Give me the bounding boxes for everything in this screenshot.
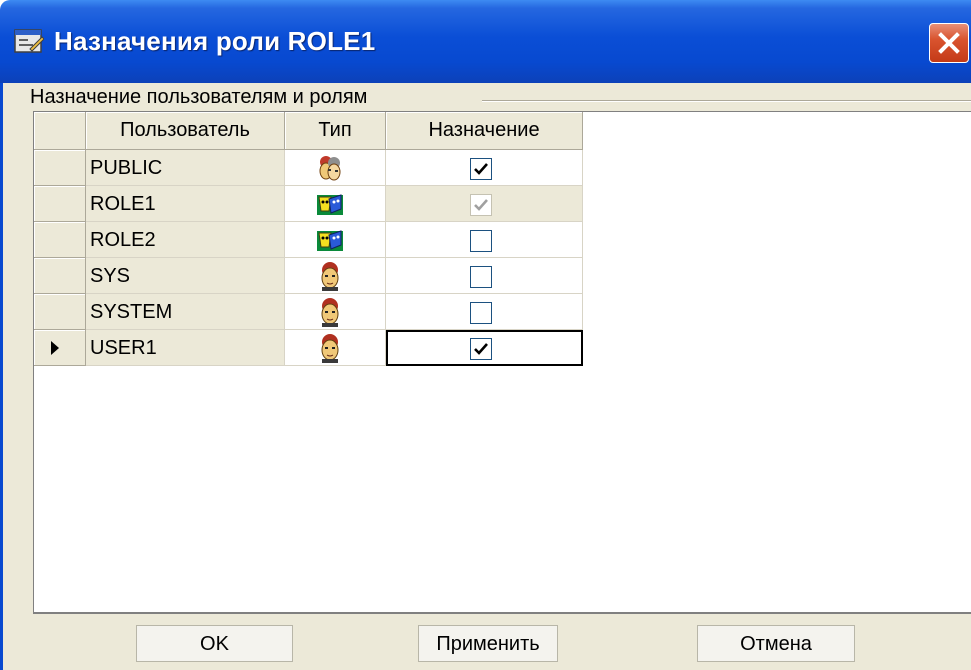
assignment-checkbox[interactable] bbox=[470, 266, 492, 288]
grid-cell-assignment[interactable] bbox=[386, 150, 583, 186]
grid-cell-name[interactable]: PUBLIC bbox=[86, 150, 285, 186]
row-header[interactable] bbox=[34, 330, 86, 366]
users-group-icon bbox=[319, 156, 341, 181]
assignment-checkbox[interactable] bbox=[470, 158, 492, 180]
assignment-checkbox[interactable] bbox=[470, 338, 492, 360]
user-icon bbox=[321, 334, 339, 363]
check-icon bbox=[474, 163, 488, 175]
col-header-type[interactable]: Тип bbox=[285, 112, 386, 150]
close-button[interactable] bbox=[929, 23, 969, 63]
window-title: Назначения роли ROLE1 bbox=[54, 26, 376, 56]
grid-cell-type[interactable] bbox=[285, 150, 386, 186]
apply-button[interactable]: Применить bbox=[418, 625, 558, 662]
grid-cell-name[interactable]: SYS bbox=[86, 258, 285, 294]
row-header[interactable] bbox=[34, 150, 86, 186]
assignment-checkbox[interactable] bbox=[470, 302, 492, 324]
role-assignment-dialog: Назначения роли ROLE1 Назначение пользов… bbox=[0, 0, 971, 670]
row-header[interactable] bbox=[34, 258, 86, 294]
grid-cell-assignment[interactable] bbox=[386, 330, 583, 366]
ok-button[interactable]: OK bbox=[136, 625, 293, 662]
role-masks-icon bbox=[317, 230, 343, 251]
grid-cell-name[interactable]: SYSTEM bbox=[86, 294, 285, 330]
grid-cell-assignment[interactable] bbox=[386, 222, 583, 258]
col-header-assignment[interactable]: Назначение bbox=[386, 112, 583, 150]
user-icon bbox=[321, 262, 339, 291]
current-row-indicator-icon bbox=[51, 341, 59, 355]
grid-cell-type[interactable] bbox=[285, 258, 386, 294]
group-box-line-highlight bbox=[482, 101, 971, 102]
grid-cell-type[interactable] bbox=[285, 330, 386, 366]
role-masks-icon bbox=[317, 194, 343, 215]
grid-bottom-border bbox=[33, 612, 971, 614]
dialog-app-icon bbox=[14, 29, 44, 53]
check-icon bbox=[474, 343, 488, 355]
cancel-button[interactable]: Отмена bbox=[697, 625, 855, 662]
close-icon bbox=[938, 32, 960, 54]
grid-corner-header bbox=[34, 112, 86, 150]
row-header[interactable] bbox=[34, 294, 86, 330]
grid-cell-type[interactable] bbox=[285, 294, 386, 330]
assignment-checkbox bbox=[470, 194, 492, 216]
user-icon bbox=[321, 298, 339, 327]
grid-cell-assignment[interactable] bbox=[386, 186, 583, 222]
assignment-checkbox[interactable] bbox=[470, 230, 492, 252]
check-icon bbox=[474, 199, 488, 211]
grid-cell-type[interactable] bbox=[285, 186, 386, 222]
grid-cell-assignment[interactable] bbox=[386, 258, 583, 294]
title-bar[interactable]: Назначения роли ROLE1 bbox=[0, 0, 971, 83]
grid-cell-name[interactable]: ROLE2 bbox=[86, 222, 285, 258]
row-header[interactable] bbox=[34, 222, 86, 258]
col-header-user[interactable]: Пользователь bbox=[86, 112, 285, 150]
grid-cell-assignment[interactable] bbox=[386, 294, 583, 330]
group-box-label: Назначение пользователям и ролям bbox=[30, 86, 372, 109]
grid-cell-name[interactable]: USER1 bbox=[86, 330, 285, 366]
row-header[interactable] bbox=[34, 186, 86, 222]
grid-cell-name[interactable]: ROLE1 bbox=[86, 186, 285, 222]
grid-cell-type[interactable] bbox=[285, 222, 386, 258]
